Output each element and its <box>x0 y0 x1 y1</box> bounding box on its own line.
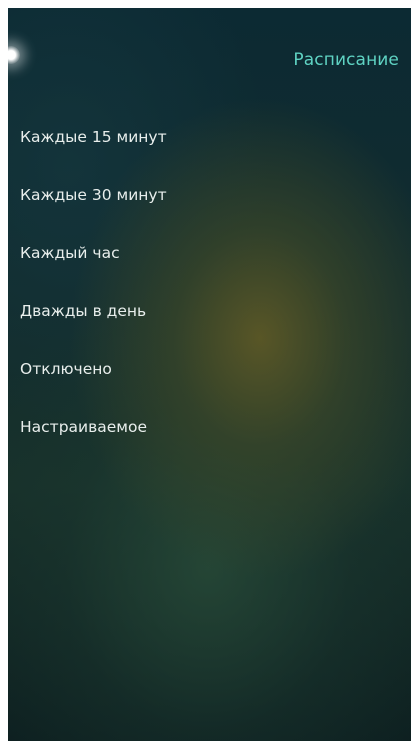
option-every-hour[interactable]: Каждый час <box>20 224 280 282</box>
option-every-30-minutes[interactable]: Каждые 30 минут <box>20 166 280 224</box>
option-twice-a-day[interactable]: Дважды в день <box>20 282 280 340</box>
option-custom[interactable]: Настраиваемое <box>20 398 280 456</box>
screenshot-frame: Расписание Каждые 15 минут Каждые 30 мин… <box>0 0 417 744</box>
option-disabled[interactable]: Отключено <box>20 340 280 398</box>
option-every-15-minutes[interactable]: Каждые 15 минут <box>20 108 280 166</box>
light-glow-icon <box>8 46 20 64</box>
schedule-screen: Расписание Каждые 15 минут Каждые 30 мин… <box>8 8 411 741</box>
schedule-options-list: Каждые 15 минут Каждые 30 минут Каждый ч… <box>20 108 280 456</box>
page-title: Расписание <box>293 50 399 70</box>
